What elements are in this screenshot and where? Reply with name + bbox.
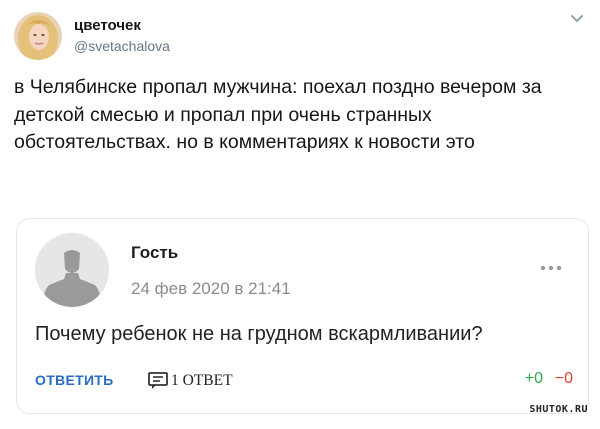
comment-author: Гость (131, 243, 179, 262)
tweet-header: цветочек @svetachalova (14, 12, 586, 60)
replies-count: 1 ОТВЕТ (171, 372, 233, 389)
more-dots-icon[interactable] (540, 265, 562, 271)
reply-button[interactable]: ОТВЕТИТЬ (35, 372, 114, 388)
comment-actions: ОТВЕТИТЬ 1 ОТВЕТ +0 −0 (35, 369, 573, 393)
vote-down-button[interactable]: −0 (555, 370, 573, 388)
default-user-icon (35, 233, 109, 307)
tweet-text: в Челябинске пропал мужчина: поехал позд… (14, 76, 542, 153)
comment-body: Почему ребенок не на грудном вскармливан… (35, 323, 483, 345)
comment-card: Гость 24 фев 2020 в 21:41 Почему ребенок… (16, 218, 589, 414)
avatar[interactable] (14, 12, 62, 60)
vote-up-button[interactable]: +0 (525, 370, 543, 388)
chevron-down-icon[interactable] (570, 14, 584, 24)
guest-avatar (35, 233, 109, 307)
comment-icon (148, 372, 168, 389)
display-name[interactable]: цветочек (74, 17, 141, 34)
watermark: SHUTOK.RU (529, 404, 588, 415)
user-handle[interactable]: @svetachalova (74, 38, 170, 54)
user-photo-icon (14, 12, 62, 60)
comment-date: 24 фев 2020 в 21:41 (131, 279, 291, 298)
